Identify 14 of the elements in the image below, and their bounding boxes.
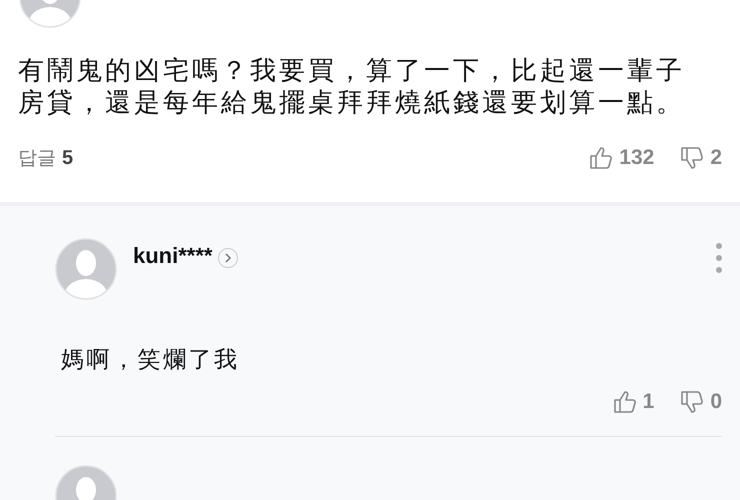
more-options-icon[interactable] [716,243,722,273]
like-button[interactable]: 1 [612,390,654,414]
dislike-button[interactable]: 0 [680,390,722,414]
reply-text: 媽啊，笑爛了我 [61,345,240,374]
avatar-icon [55,238,117,300]
thumbs-down-icon [680,390,704,414]
reply-count-button[interactable]: 답글 5 [18,145,74,171]
dislike-button[interactable]: 2 [680,146,722,170]
thumbs-up-icon [589,146,614,170]
thumbs-up-icon [612,390,637,414]
like-button[interactable]: 132 [589,146,654,170]
comment-text: 有鬧鬼的凶宅嗎？我要買，算了一下，比起還一輩子房貸，還是每年給鬼擺桌拜拜燒紙錢還要划算一點。 [18,54,686,118]
thumbs-down-icon [680,146,704,170]
author-name[interactable]: kuni**** [133,243,212,269]
